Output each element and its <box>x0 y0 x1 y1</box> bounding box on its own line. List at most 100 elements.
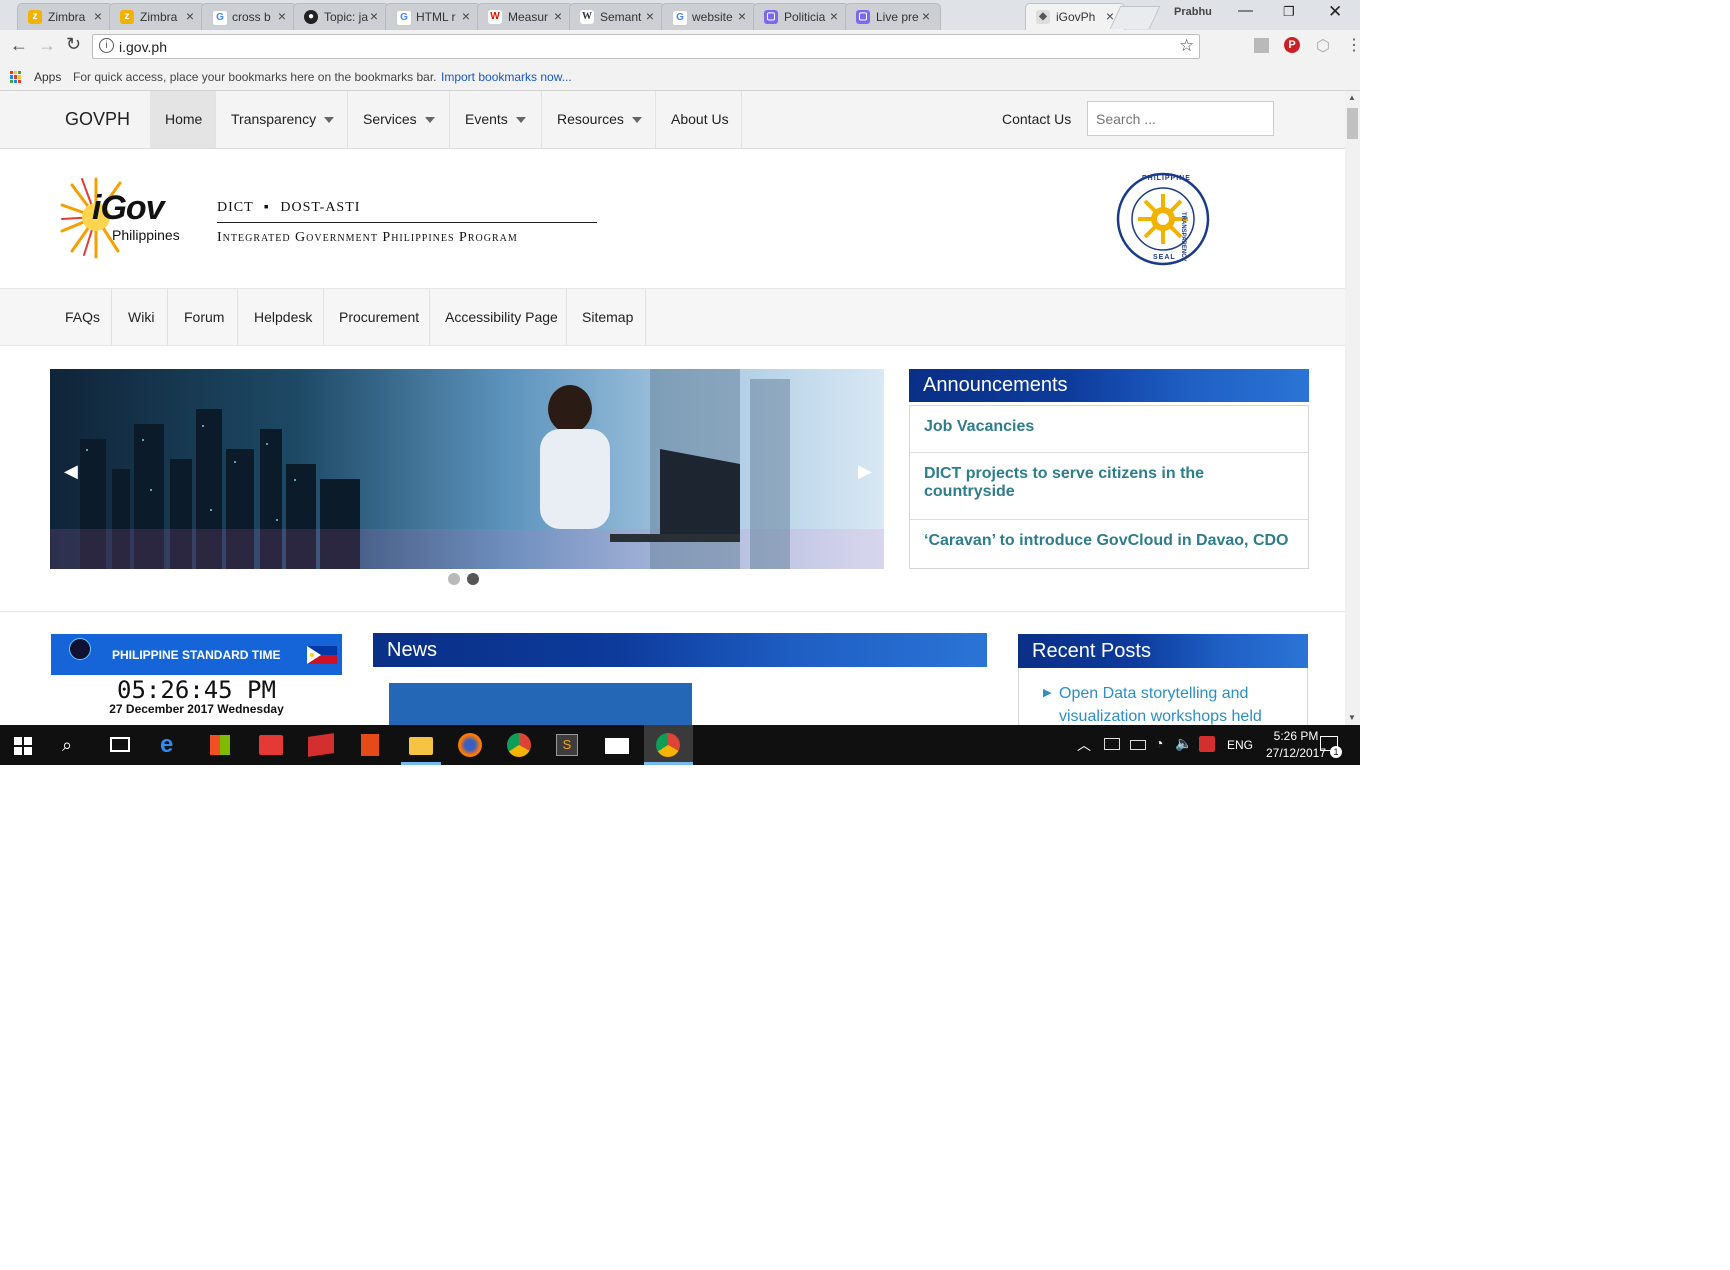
pst-widget-header[interactable]: PHILIPPINE STANDARD TIME <box>51 634 342 675</box>
caret-down-icon <box>424 117 435 124</box>
profile-name[interactable]: Prabhu <box>1174 6 1212 18</box>
show-hidden-icons-chevron-icon[interactable]: ︿ <box>1077 735 1091 755</box>
tab-politician[interactable]: ▢ Politicia × <box>753 3 849 30</box>
ereader-app-icon[interactable] <box>361 734 379 756</box>
hero-slider[interactable]: ◀ ▶ <box>50 369 884 569</box>
minimize-icon[interactable]: — <box>1238 2 1253 19</box>
pdf-extension-icon[interactable] <box>1254 38 1269 53</box>
close-tab-icon[interactable]: × <box>554 8 562 24</box>
close-tab-icon[interactable]: × <box>830 8 838 24</box>
tab-zimbra-1[interactable]: z Zimbra × <box>17 3 113 30</box>
tab-live-preview[interactable]: ▢ Live pre × <box>845 3 941 30</box>
address-bar[interactable]: i i.gov.ph ☆ <box>92 34 1200 59</box>
announcement-item[interactable]: Job Vacancies <box>910 406 1308 452</box>
pst-time: 05:26:45 PM <box>117 676 276 704</box>
close-tab-icon[interactable]: × <box>738 8 746 24</box>
tab-measure[interactable]: W Measur × <box>477 3 573 30</box>
subnav-forum[interactable]: Forum <box>168 289 238 345</box>
program-name: Integrated Government Philippines Progra… <box>217 230 518 245</box>
language-indicator[interactable]: ENG <box>1227 738 1253 752</box>
close-tab-icon[interactable]: × <box>462 8 470 24</box>
nav-home[interactable]: Home <box>150 91 216 148</box>
red-cube-app-icon[interactable] <box>308 733 334 757</box>
bookmark-star-icon[interactable]: ☆ <box>1179 36 1194 56</box>
tab-github-topic[interactable]: ● Topic: ja × <box>293 3 389 30</box>
subnav-faqs[interactable]: FAQs <box>50 289 112 345</box>
chrome-icon[interactable] <box>507 733 531 757</box>
nav-transparency[interactable]: Transparency <box>216 91 348 148</box>
tab-zimbra-2[interactable]: z Zimbra × <box>109 3 205 30</box>
scroll-down-icon[interactable]: ▼ <box>1348 713 1356 722</box>
announcement-link[interactable]: Job Vacancies <box>924 418 1034 435</box>
close-window-icon[interactable]: ✕ <box>1328 2 1342 22</box>
slider-next-icon[interactable]: ▶ <box>858 461 872 482</box>
info-icon[interactable]: i <box>99 38 114 53</box>
wifi-icon[interactable]: ◔ <box>1155 735 1163 751</box>
tab-semantic[interactable]: W Semant × <box>569 3 665 30</box>
recent-post-link[interactable]: Open Data storytelling and visualization… <box>1059 682 1289 725</box>
volume-icon[interactable]: 🔈 <box>1175 735 1192 752</box>
announcement-link[interactable]: DICT projects to serve citizens in the c… <box>924 465 1204 500</box>
subnav-sitemap[interactable]: Sitemap <box>567 289 646 345</box>
close-tab-icon[interactable]: × <box>278 8 286 24</box>
nav-resources[interactable]: Resources <box>542 91 656 148</box>
shield-extension-icon[interactable]: ⬡ <box>1316 36 1330 56</box>
battery-icon[interactable] <box>1130 740 1146 750</box>
search-input[interactable] <box>1087 101 1274 136</box>
nav-services[interactable]: Services <box>348 91 450 148</box>
chrome-active-tile[interactable] <box>644 725 693 765</box>
igov-logo[interactable]: iGov Philippines <box>58 175 180 259</box>
nav-events[interactable]: Events <box>450 91 542 148</box>
store-icon[interactable] <box>210 735 230 755</box>
windows-start-icon[interactable] <box>14 737 32 755</box>
news-thumbnail[interactable] <box>389 683 692 725</box>
tab-cross-browser[interactable]: G cross b × <box>201 3 297 30</box>
reload-icon[interactable]: ↻ <box>66 34 81 55</box>
mail-icon[interactable] <box>605 738 629 754</box>
edge-browser-icon[interactable]: e <box>160 733 184 757</box>
scrollbar-thumb[interactable] <box>1347 108 1358 139</box>
subnav-helpdesk[interactable]: Helpdesk <box>238 289 324 345</box>
network-pc-icon[interactable] <box>1104 738 1120 750</box>
page-scrollbar[interactable]: ▲ ▼ <box>1345 91 1360 725</box>
apps-label[interactable]: Apps <box>34 70 61 84</box>
nav-contact-us[interactable]: Contact Us <box>1002 91 1071 148</box>
slider-dot-1[interactable] <box>448 573 460 585</box>
bookmarks-hint: For quick access, place your bookmarks h… <box>73 70 437 84</box>
menu-kebab-icon[interactable]: ⋮ <box>1346 35 1360 55</box>
transparency-seal[interactable]: PHILIPPINE TRANSPARENCY SEAL <box>1116 172 1210 266</box>
subnav-wiki[interactable]: Wiki <box>112 289 168 345</box>
firefox-icon[interactable] <box>458 733 482 757</box>
govph-brand[interactable]: GOVPH <box>65 91 130 148</box>
announcement-item[interactable]: ‘Caravan’ to introduce GovCloud in Davao… <box>910 519 1308 569</box>
apps-grid-icon[interactable] <box>10 71 22 83</box>
close-tab-icon[interactable]: × <box>94 8 102 24</box>
subnav-procurement[interactable]: Procurement <box>324 289 430 345</box>
web-page: GOVPH Home Transparency Services Events … <box>0 91 1345 725</box>
file-explorer-icon[interactable] <box>409 737 433 755</box>
close-tab-icon[interactable]: × <box>922 8 930 24</box>
import-bookmarks-link[interactable]: Import bookmarks now... <box>441 70 572 84</box>
close-tab-icon[interactable]: × <box>646 8 654 24</box>
close-tab-icon[interactable]: × <box>370 8 378 24</box>
back-arrow-icon[interactable]: ← <box>10 35 28 56</box>
restore-icon[interactable]: ❐ <box>1283 4 1295 20</box>
tab-website[interactable]: G website × <box>661 3 757 30</box>
reader-app-icon[interactable] <box>259 735 283 755</box>
forward-arrow-icon[interactable]: → <box>38 35 56 56</box>
tab-html[interactable]: G HTML r × <box>385 3 481 30</box>
subnav-accessibility[interactable]: Accessibility Page <box>430 289 567 345</box>
close-tab-icon[interactable]: × <box>186 8 194 24</box>
antivirus-icon[interactable] <box>1199 736 1215 752</box>
pinterest-icon[interactable]: P <box>1284 37 1300 53</box>
news-header: News <box>373 633 987 667</box>
scroll-up-icon[interactable]: ▲ <box>1348 93 1356 102</box>
task-view-icon[interactable] <box>110 737 130 752</box>
announcement-item[interactable]: DICT projects to serve citizens in the c… <box>910 452 1308 519</box>
slider-prev-icon[interactable]: ◀ <box>64 461 78 482</box>
announcement-link[interactable]: ‘Caravan’ to introduce GovCloud in Davao… <box>924 532 1289 549</box>
nav-about-us[interactable]: About Us <box>656 91 742 148</box>
slider-dot-2-active[interactable] <box>467 573 479 585</box>
sublime-text-icon[interactable]: S <box>556 734 578 756</box>
search-icon[interactable]: ⌕ <box>62 733 86 757</box>
